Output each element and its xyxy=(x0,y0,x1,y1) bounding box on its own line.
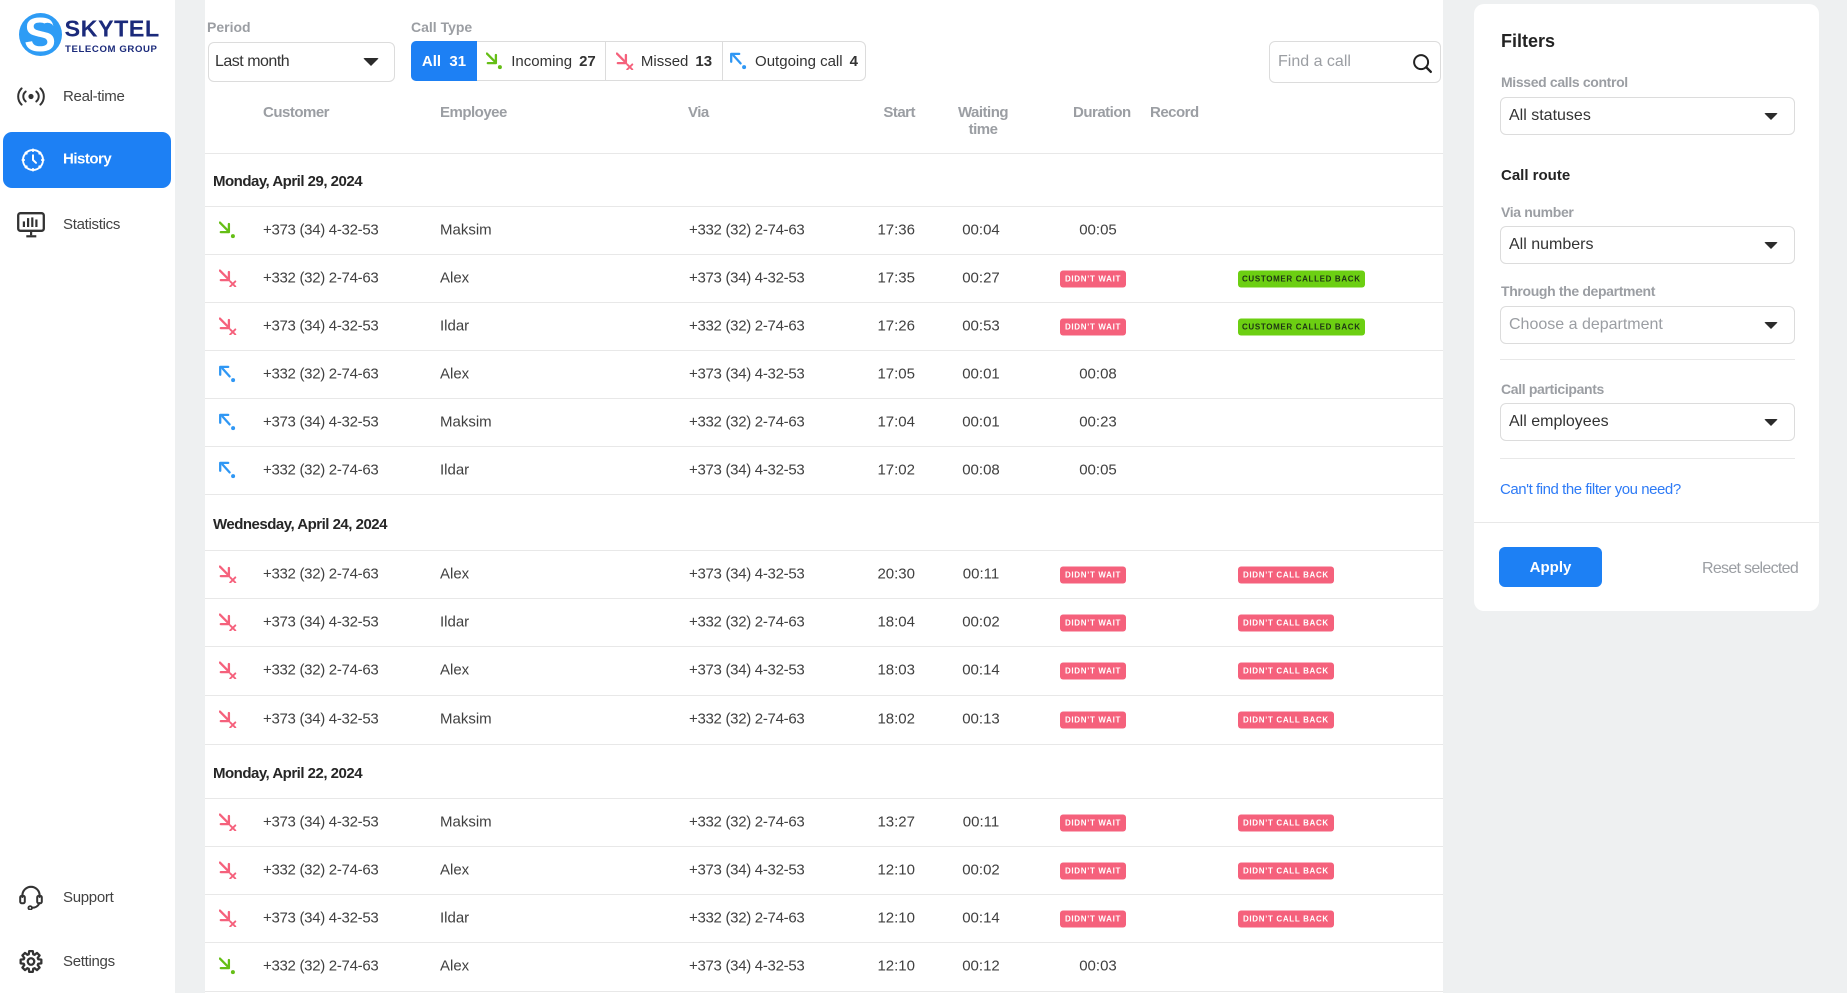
svg-text:S: S xyxy=(24,12,56,60)
svg-text:SKYTEL: SKYTEL xyxy=(65,16,160,42)
svg-text:TELECOM GROUP: TELECOM GROUP xyxy=(65,44,158,55)
